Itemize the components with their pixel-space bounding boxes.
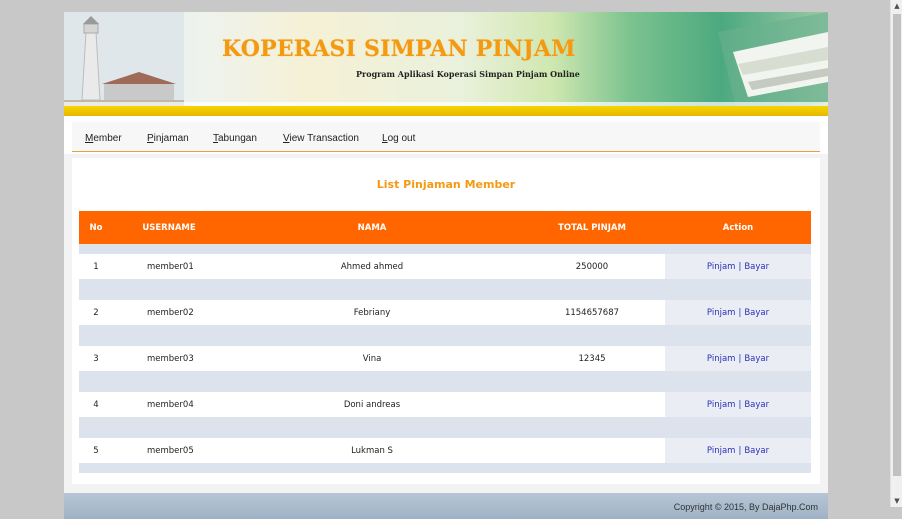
content-panel: List Pinjaman Member No USERNAME NAMA TO… [72,158,820,484]
scroll-up-icon[interactable]: ▲ [891,0,902,12]
cell-action: Pinjam | Bayar [665,392,811,417]
col-header-total-pinjam: TOTAL PINJAM [519,211,665,244]
col-header-username: USERNAME [113,211,225,244]
cell-nama: Vina [225,346,519,371]
action-separator: | [738,307,742,318]
col-header-nama: NAMA [225,211,519,244]
cell-username: member04 [113,392,225,417]
cell-nama: Lukman S [225,438,519,463]
scroll-down-icon[interactable]: ▼ [891,495,902,507]
table-spacer [79,244,811,254]
pinjam-link[interactable]: Pinjam [707,400,736,410]
action-separator: | [738,353,742,364]
table-header-row: No USERNAME NAMA TOTAL PINJAM Action [79,211,811,244]
cell-username: member05 [113,438,225,463]
scrollbar-thumb[interactable] [893,14,901,476]
bayar-link[interactable]: Bayar [744,354,769,364]
table-spacer [79,463,811,473]
col-header-action: Action [665,211,811,244]
nav-tabungan-label: abungan [218,133,257,144]
page: KOPERASI SIMPAN PINJAM Program Aplikasi … [64,12,828,519]
action-separator: | [738,261,742,272]
pinjam-link[interactable]: Pinjam [707,354,736,364]
copyright-text: Copyright © 2015, By DajaPhp.Com [673,502,818,512]
nav-pinjaman-accesskey: P [147,133,154,144]
cell-action: Pinjam | Bayar [665,300,811,325]
action-separator: | [738,445,742,456]
pinjam-link[interactable]: Pinjam [707,262,736,272]
cell-action: Pinjam | Bayar [665,254,811,279]
nav-wrapper: Member Pinjaman Tabungan View Transactio… [64,116,828,154]
table-spacer [79,325,811,346]
table-row: 4 member04 Doni andreas Pinjam | Bayar [79,392,811,417]
cell-nama: Febriany [225,300,519,325]
cell-no: 4 [79,392,113,417]
vertical-scrollbar[interactable]: ▲ ▼ [890,0,902,507]
bayar-link[interactable]: Bayar [744,308,769,318]
col-header-no: No [79,211,113,244]
cell-total-pinjam [519,392,665,417]
cell-action: Pinjam | Bayar [665,346,811,371]
bayar-link[interactable]: Bayar [744,262,769,272]
site-subtitle: Program Aplikasi Koperasi Simpan Pinjam … [356,69,580,79]
list-title: List Pinjaman Member [376,178,516,191]
table-spacer [79,279,811,300]
site-title: KOPERASI SIMPAN PINJAM [222,36,576,62]
nav-tabungan[interactable]: Tabungan [213,133,257,144]
table-spacer [79,417,811,438]
cell-no: 2 [79,300,113,325]
header-banner: KOPERASI SIMPAN PINJAM Program Aplikasi … [64,12,828,116]
table-row: 1 member01 Ahmed ahmed 250000 Pinjam | Bay… [79,254,811,279]
cell-nama: Doni andreas [225,392,519,417]
nav-member[interactable]: Member [85,133,122,144]
table-row: 3 member03 Vina 12345 Pinjam | Bayar [79,346,811,371]
cell-no: 3 [79,346,113,371]
cell-nama: Ahmed ahmed [225,254,519,279]
cell-no: 1 [79,254,113,279]
cell-total-pinjam: 12345 [519,346,665,371]
action-separator: | [738,399,742,410]
cell-action: Pinjam | Bayar [665,438,811,463]
bayar-link[interactable]: Bayar [744,446,769,456]
nav-view-transaction[interactable]: View Transaction [283,133,359,144]
nav-pinjaman[interactable]: Pinjaman [147,133,189,144]
cell-total-pinjam: 250000 [519,254,665,279]
banner-stripe-yellow [64,106,828,116]
cell-username: member02 [113,300,225,325]
cell-total-pinjam: 1154657687 [519,300,665,325]
table-spacer [79,371,811,392]
nav-logout[interactable]: Log out [382,133,415,144]
lighthouse-icon [64,12,184,116]
main-nav: Member Pinjaman Tabungan View Transactio… [72,122,820,152]
bayar-link[interactable]: Bayar [744,400,769,410]
nav-member-label: ember [93,133,122,144]
pinjaman-table: No USERNAME NAMA TOTAL PINJAM Action 1 m… [79,211,811,473]
nav-logout-label: og out [387,133,416,144]
pinjam-link[interactable]: Pinjam [707,308,736,318]
nav-view-transaction-label: iew Transaction [289,133,359,144]
pinjam-link[interactable]: Pinjam [707,446,736,456]
footer: Copyright © 2015, By DajaPhp.Com [64,493,828,519]
cell-no: 5 [79,438,113,463]
table-row: 2 member02 Febriany 1154657687 Pinjam | Ba… [79,300,811,325]
nav-pinjaman-label: injaman [153,133,189,144]
cell-username: member03 [113,346,225,371]
table-row: 5 member05 Lukman S Pinjam | Bayar [79,438,811,463]
cell-total-pinjam [519,438,665,463]
newspaper-icon [718,12,828,116]
cell-username: member01 [113,254,225,279]
